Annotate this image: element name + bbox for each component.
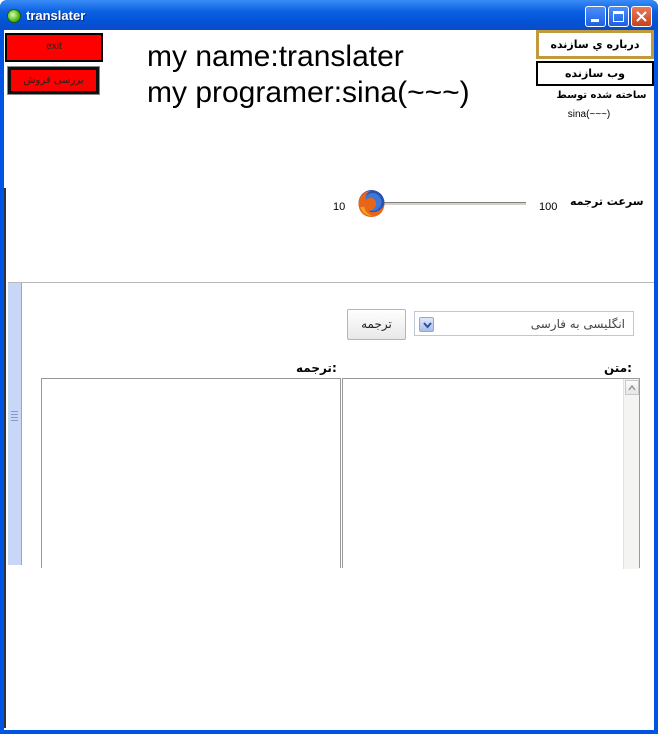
source-text-label: متن: bbox=[604, 361, 632, 375]
scroll-up-icon[interactable] bbox=[625, 380, 639, 395]
left-divider bbox=[4, 188, 6, 728]
about-developer-button[interactable]: درباره ي سازنده bbox=[536, 30, 654, 59]
made-by-label: ساخته شده توسط bbox=[556, 90, 647, 101]
translation-label: ترجمه: bbox=[296, 361, 337, 375]
app-window: translater exit بررسی فروش my name:trans… bbox=[0, 0, 658, 734]
exit-button[interactable]: exit bbox=[5, 33, 103, 62]
close-icon bbox=[636, 11, 647, 22]
title-bar[interactable]: translater bbox=[0, 0, 658, 30]
client-area: exit بررسی فروش my name:translater my pr… bbox=[4, 30, 654, 730]
close-button[interactable] bbox=[631, 6, 652, 27]
language-select-value: انگلیسی به فارسی bbox=[530, 317, 625, 331]
speed-label: سرعت ترجمه bbox=[570, 195, 644, 208]
translate-button[interactable]: ترجمه bbox=[347, 309, 406, 340]
panel-side-strip bbox=[8, 283, 22, 565]
slider-max-label: 100 bbox=[539, 201, 558, 213]
headline-programmer: my programer:sina(~~~) bbox=[147, 76, 470, 109]
language-select[interactable]: انگلیسی به فارسی bbox=[414, 311, 634, 336]
chevron-down-icon[interactable] bbox=[419, 317, 434, 332]
maximize-button[interactable] bbox=[608, 6, 629, 27]
slider-min-label: 10 bbox=[333, 201, 346, 213]
vertical-scrollbar[interactable] bbox=[623, 379, 639, 569]
minimize-icon bbox=[591, 19, 599, 22]
author-label: sina(~~~) bbox=[567, 109, 611, 120]
headline-name: my name:translater bbox=[147, 40, 404, 73]
firefox-icon[interactable] bbox=[355, 187, 388, 219]
translation-output[interactable] bbox=[41, 378, 341, 568]
window-title: translater bbox=[26, 8, 86, 23]
minimize-button[interactable] bbox=[585, 6, 606, 27]
sales-review-button[interactable]: بررسی فروش bbox=[7, 66, 100, 95]
app-icon bbox=[7, 9, 21, 23]
developer-web-button[interactable]: وب سازنده bbox=[536, 61, 654, 86]
grip-icon[interactable] bbox=[11, 411, 18, 421]
translator-panel: ترجمه انگلیسی به فارسی متن: ترجمه: bbox=[8, 282, 654, 569]
source-text-input[interactable] bbox=[342, 378, 640, 569]
maximize-icon bbox=[613, 11, 624, 22]
